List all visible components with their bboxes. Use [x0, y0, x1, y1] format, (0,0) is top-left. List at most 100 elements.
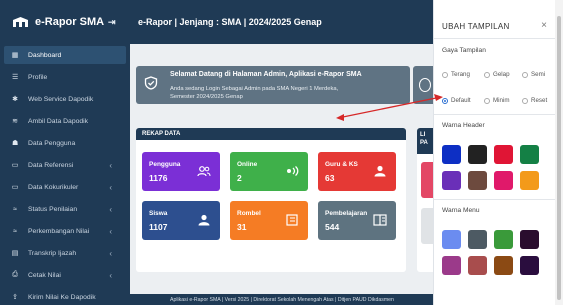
- stat-value: 63: [325, 173, 335, 183]
- header-color-swatch[interactable]: [520, 171, 539, 190]
- chevron-left-icon: ‹: [109, 270, 112, 280]
- option-label: Semi: [531, 71, 546, 78]
- dashboard-icon: ▦: [11, 52, 19, 59]
- radio-button[interactable]: [484, 71, 490, 78]
- welcome-banner: Selamat Datang di Halaman Admin, Aplikas…: [136, 66, 410, 104]
- page-title: e-Rapor | Jenjang : SMA | 2024/2025 Gena…: [138, 17, 322, 27]
- user-icon: [373, 165, 387, 177]
- menu-color-swatch[interactable]: [520, 230, 539, 249]
- columns-icon: [373, 214, 387, 226]
- sidebar-item-kirim-nilai-ke-dapodik[interactable]: ⇪ Kirim Nilai Ke Dapodik: [0, 286, 130, 305]
- side-info-card: [421, 162, 433, 198]
- option-semi[interactable]: Semi: [522, 71, 545, 78]
- menu-color-swatch[interactable]: [442, 230, 461, 249]
- sidebar-item-label: Transkrip Ijazah: [28, 249, 77, 257]
- option-minim[interactable]: Minim: [484, 97, 510, 104]
- shield-check-icon: [144, 76, 158, 90]
- stat-label: Siswa: [149, 210, 168, 217]
- brand[interactable]: e-Rapor SMA ⇥: [0, 0, 130, 44]
- stat-card-online[interactable]: Online 2: [230, 152, 308, 191]
- stat-label: Online: [237, 161, 258, 168]
- sidebar-item-ambil-data-dapodik[interactable]: ≋ Ambil Data Dapodik: [0, 110, 130, 132]
- scrollbar-thumb[interactable]: [557, 16, 561, 300]
- sidebar-item-cetak-nilai[interactable]: ⎙ Cetak Nilai ‹: [0, 264, 130, 286]
- radio-button[interactable]: [522, 97, 528, 104]
- info-banner: [413, 66, 433, 104]
- scrollbar[interactable]: [555, 0, 563, 305]
- header-color-swatch[interactable]: [494, 145, 513, 164]
- side-info-title: LI PA: [417, 128, 433, 154]
- database-icon: ≋: [12, 118, 18, 125]
- radio-button[interactable]: [442, 97, 448, 104]
- stat-value: 31: [237, 222, 247, 232]
- sidebar-item-label: Cetak Nilai: [28, 271, 61, 279]
- welcome-line-2: Semester 2024/2025 Genap: [170, 94, 243, 100]
- option-label: Default: [451, 97, 471, 104]
- monitor-icon: ▭: [11, 184, 19, 191]
- option-label: Reset: [531, 97, 548, 104]
- user-icon: [197, 214, 211, 226]
- option-reset[interactable]: Reset: [522, 97, 547, 104]
- sidebar-item-data-referensi[interactable]: ▭ Data Referensi ‹: [0, 154, 130, 176]
- sidebar-item-perkembangan-nilai[interactable]: ≈ Perkembangan Nilai ‹: [0, 220, 130, 242]
- close-icon[interactable]: ×: [541, 20, 547, 31]
- sidebar-item-data-kokurikuler[interactable]: ▭ Data Kokurikuler ‹: [0, 176, 130, 198]
- footer-text: Aplikasi e-Rapor SMA | Versi 2025 | Dire…: [170, 296, 394, 303]
- sidebar-item-dashboard[interactable]: ▦ Dashboard: [4, 46, 126, 64]
- menu-color-swatch[interactable]: [468, 256, 487, 275]
- stat-card-rombel[interactable]: Rombel 31: [230, 201, 308, 240]
- stat-card-siswa[interactable]: Siswa 1107: [142, 201, 220, 240]
- header-color-swatch[interactable]: [442, 145, 461, 164]
- radio-button[interactable]: [522, 71, 528, 78]
- sidebar-item-label: Data Kokurikuler: [28, 183, 79, 191]
- topbar: e-Rapor | Jenjang : SMA | 2024/2025 Gena…: [130, 0, 433, 44]
- sidebar-item-label: Web Service Dapodik: [28, 95, 94, 103]
- warna-header-label: Warna Header: [442, 122, 485, 129]
- header-color-swatch[interactable]: [520, 145, 539, 164]
- warna-menu-label: Warna Menu: [442, 207, 480, 214]
- sidebar-item-label: Status Penilaian: [28, 205, 78, 213]
- footer: Aplikasi e-Rapor SMA | Versi 2025 | Dire…: [130, 294, 433, 305]
- upload-icon: ⇪: [12, 294, 18, 301]
- chevron-left-icon: ‹: [109, 182, 112, 192]
- header-color-swatch[interactable]: [494, 171, 513, 190]
- print-icon: ⎙: [12, 271, 18, 278]
- sidebar-item-profile[interactable]: ☰ Profile: [0, 66, 130, 88]
- welcome-line-1: Anda sedang Login Sebagai Admin pada SMA…: [170, 86, 339, 92]
- header-color-swatch[interactable]: [468, 145, 487, 164]
- theme-settings-panel: UBAH TAMPILAN × Gaya Tampilan Terang Gela…: [433, 0, 556, 305]
- sidebar-item-web-service-dapodik[interactable]: ✱ Web Service Dapodik: [0, 88, 130, 110]
- sidebar-toggle-icon[interactable]: ⇥: [108, 17, 116, 28]
- sidebar-item-status-penilaian[interactable]: ≈ Status Penilaian ‹: [0, 198, 130, 220]
- sliders-icon: ≈: [13, 205, 17, 213]
- side-info-title-line-2: PA: [420, 140, 428, 146]
- sliders-icon: ≈: [13, 227, 17, 235]
- sidebar-item-transkrip-ijazah[interactable]: ▤ Transkrip Ijazah ‹: [0, 242, 130, 264]
- divider: [434, 199, 556, 200]
- sidebar-menu: ▦ Dashboard ☰ Profile ✱ Web Service Dapodik ≋ A…: [0, 46, 130, 305]
- stat-card-guru-ks[interactable]: Guru & KS 63: [318, 152, 396, 191]
- stat-card-pembelajaran[interactable]: Pembelajaran 544: [318, 201, 396, 240]
- menu-color-swatch[interactable]: [468, 230, 487, 249]
- menu-color-swatch[interactable]: [494, 230, 513, 249]
- sidebar-item-data-pengguna[interactable]: ☗ Data Pengguna: [0, 132, 130, 154]
- rekap-title: REKAP DATA: [136, 128, 406, 140]
- header-color-swatch[interactable]: [442, 171, 461, 190]
- radio-button[interactable]: [484, 97, 490, 104]
- header-color-swatch[interactable]: [468, 171, 487, 190]
- document-icon: ▤: [11, 250, 19, 257]
- gear-icon: ✱: [12, 96, 18, 103]
- option-gelap[interactable]: Gelap: [484, 71, 510, 78]
- main-content: Selamat Datang di Halaman Admin, Aplikas…: [130, 44, 433, 305]
- option-default[interactable]: Default: [442, 97, 471, 104]
- chevron-left-icon: ‹: [109, 160, 112, 170]
- panel-title: UBAH TAMPILAN: [442, 22, 510, 31]
- divider: [434, 38, 556, 39]
- option-terang[interactable]: Terang: [442, 71, 470, 78]
- stat-card-pengguna[interactable]: Pengguna 1176: [142, 152, 220, 191]
- menu-color-swatch[interactable]: [520, 256, 539, 275]
- option-label: Terang: [451, 71, 470, 78]
- menu-color-swatch[interactable]: [494, 256, 513, 275]
- menu-color-swatch[interactable]: [442, 256, 461, 275]
- radio-button[interactable]: [442, 71, 448, 78]
